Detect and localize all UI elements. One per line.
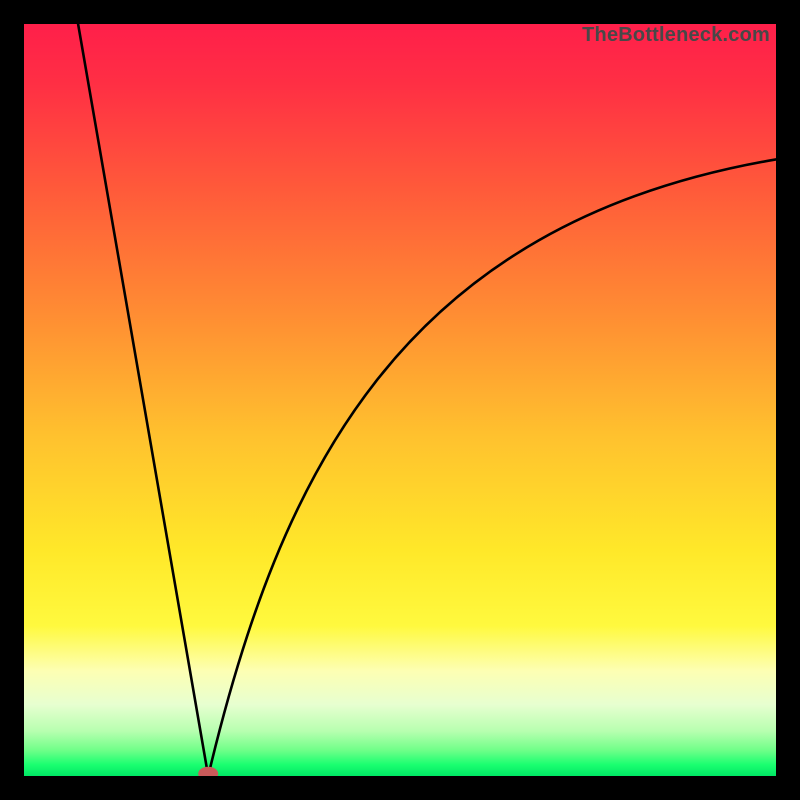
chart-frame: TheBottleneck.com [0, 0, 800, 800]
gradient-background [24, 24, 776, 776]
plot-area: TheBottleneck.com [24, 24, 776, 776]
bottleneck-curve-chart [24, 24, 776, 776]
source-label: TheBottleneck.com [582, 24, 770, 47]
